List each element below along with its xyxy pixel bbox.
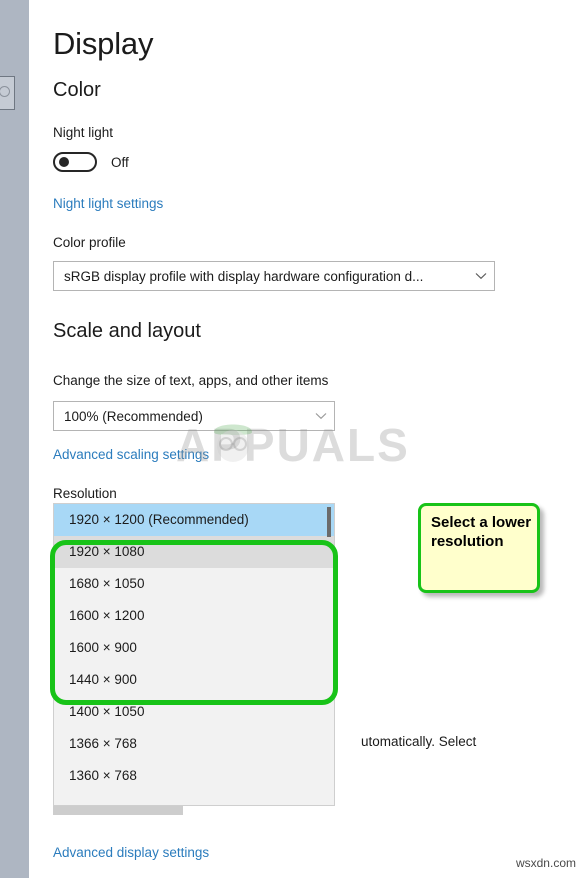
sidebar-strip [0,0,29,878]
night-light-state: Off [111,154,129,170]
page-title: Display [53,26,154,61]
resolution-option[interactable]: 1600 × 900 [54,632,334,664]
night-light-toggle-row: Off [53,152,129,172]
color-profile-dropdown[interactable]: sRGB display profile with display hardwa… [53,261,495,291]
resolution-scrollbar-thumb[interactable] [327,507,331,537]
sidebar-partial-item[interactable] [0,76,15,110]
scale-dropdown[interactable]: 100% (Recommended) [53,401,335,431]
occluded-description-text: utomatically. Select [361,734,477,749]
change-size-label: Change the size of text, apps, and other… [53,373,329,388]
night-light-toggle[interactable] [53,152,97,172]
resolution-scrollbar[interactable] [323,504,334,805]
scale-value: 100% (Recommended) [64,408,203,424]
chevron-down-icon [468,272,494,280]
callout-text: Select a lower resolution [431,514,532,550]
display-settings-screen: Display Color Night light Off Night ligh… [0,0,584,878]
settings-content-pane: Display Color Night light Off Night ligh… [29,0,584,878]
resolution-option[interactable]: 1400 × 1050 [54,696,334,728]
color-profile-value: sRGB display profile with display hardwa… [64,268,424,284]
circle-icon [0,86,10,97]
advanced-scaling-settings-link[interactable]: Advanced scaling settings [53,447,209,462]
night-light-settings-link[interactable]: Night light settings [53,196,163,211]
chevron-down-icon [308,412,334,420]
resolution-option[interactable]: 1600 × 1200 [54,600,334,632]
resolution-option[interactable]: 1360 × 768 [54,760,334,792]
resolution-dropdown-list[interactable]: 1920 × 1200 (Recommended) 1920 × 1080 1680… [53,503,335,806]
resolution-option[interactable]: 1680 × 1050 [54,568,334,600]
resolution-option[interactable]: 1366 × 768 [54,728,334,760]
toggle-knob [59,157,69,167]
advanced-display-settings-link[interactable]: Advanced display settings [53,845,209,860]
wsxdn-watermark: wsxdn.com [515,856,576,870]
section-heading-color: Color [53,79,101,101]
resolution-horizontal-scrollbar-thumb[interactable] [53,806,183,815]
resolution-option[interactable]: 1920 × 1080 [54,536,334,568]
resolution-label: Resolution [53,486,117,501]
resolution-option[interactable]: 1920 × 1200 (Recommended) [54,504,334,536]
color-profile-label: Color profile [53,235,126,250]
resolution-option[interactable]: 1440 × 900 [54,664,334,696]
section-heading-scale-and-layout: Scale and layout [53,320,201,342]
night-light-label: Night light [53,125,114,140]
callout-annotation: Select a lower resolution [418,503,540,593]
